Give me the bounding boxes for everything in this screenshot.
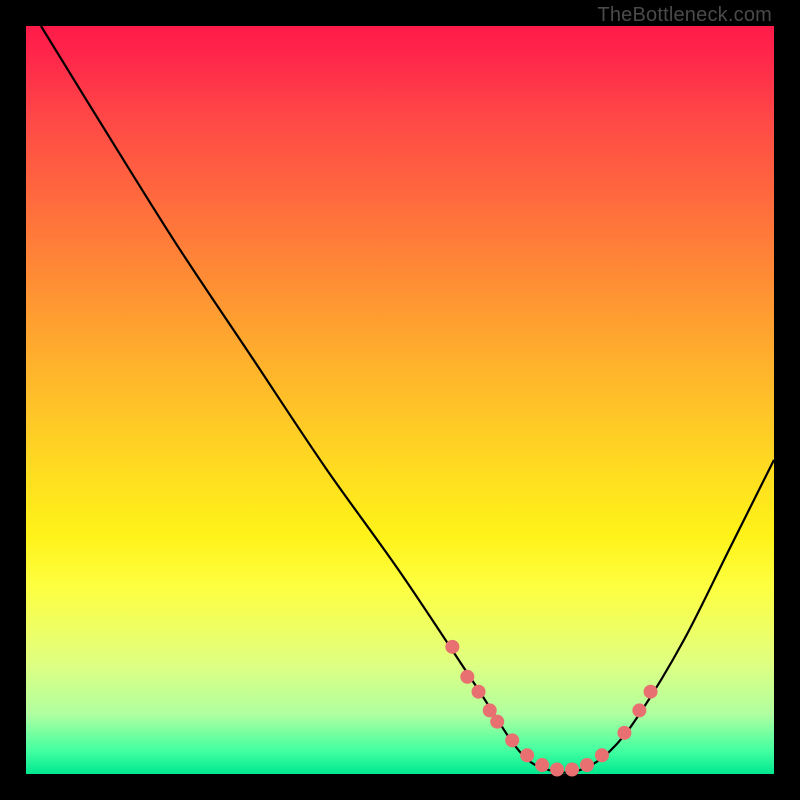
marker-point <box>460 670 474 684</box>
marker-point <box>535 758 549 772</box>
highlight-markers <box>445 640 657 777</box>
marker-point <box>565 763 579 777</box>
marker-point <box>580 758 594 772</box>
marker-point <box>617 726 631 740</box>
marker-point <box>490 715 504 729</box>
bottleneck-curve <box>41 26 774 773</box>
attribution-text: TheBottleneck.com <box>597 4 772 27</box>
marker-point <box>520 748 534 762</box>
marker-point <box>472 685 486 699</box>
marker-point <box>550 763 564 777</box>
marker-point <box>595 748 609 762</box>
marker-point <box>445 640 459 654</box>
marker-point <box>644 685 658 699</box>
marker-point <box>632 703 646 717</box>
chart-svg <box>26 26 774 774</box>
marker-point <box>505 733 519 747</box>
